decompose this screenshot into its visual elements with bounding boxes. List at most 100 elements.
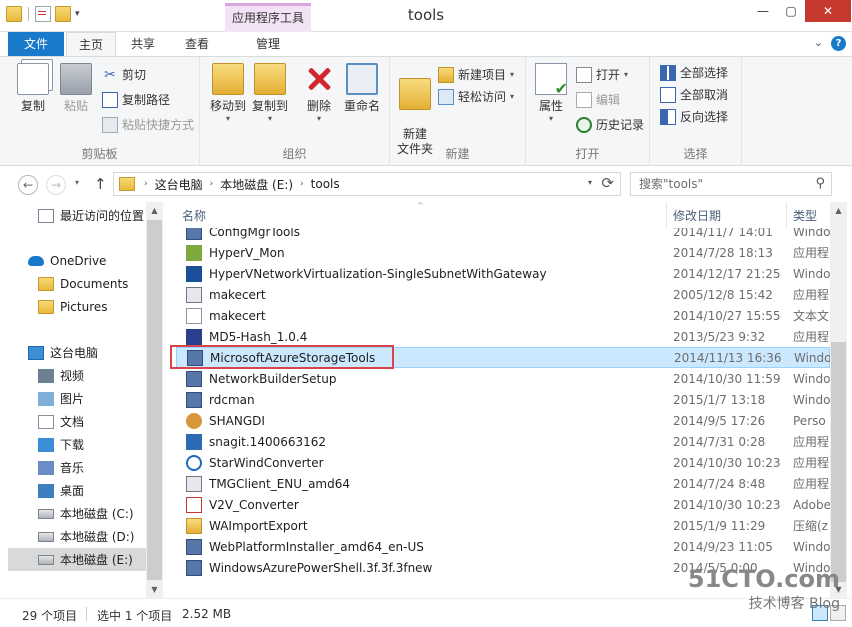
file-row[interactable]: WebPlatformInstaller_amd64_en-US 2014/9/… <box>180 536 830 557</box>
properties-icon[interactable] <box>35 6 51 22</box>
minimize-button[interactable]: — <box>749 0 777 22</box>
chevron-right-icon[interactable]: › <box>297 179 307 189</box>
breadcrumb-tools[interactable]: tools <box>307 177 344 191</box>
group-label-organize: 组织 <box>282 147 307 161</box>
nav-item-drive-e[interactable]: 本地磁盘 (E:) <box>8 548 146 571</box>
open-button[interactable]: 打开 ▾ <box>576 65 628 85</box>
tab-file[interactable]: 文件 <box>8 32 64 56</box>
paste-button[interactable]: 粘贴 <box>56 63 96 114</box>
scroll-thumb[interactable] <box>831 342 846 582</box>
tab-home[interactable]: 主页 <box>66 32 116 57</box>
select-all-button[interactable]: 全部选择 <box>660 63 728 83</box>
file-row[interactable]: MD5-Hash_1.0.4 2013/5/23 9:32 应用程 <box>180 326 830 347</box>
chevron-right-icon[interactable]: › <box>207 179 217 189</box>
nav-item-documents[interactable]: Documents <box>0 272 146 295</box>
nav-item-documents-lib[interactable]: 文档 <box>0 410 146 433</box>
file-row[interactable]: rdcman 2015/1/7 13:18 Windo <box>180 389 830 410</box>
folder-icon <box>119 177 135 191</box>
edit-button[interactable]: 编辑 <box>576 90 620 110</box>
nav-item-label: 最近访问的位置 <box>60 209 145 223</box>
copy-to-button[interactable]: 复制到 ▾ <box>250 63 290 123</box>
nav-scrollbar[interactable]: ▲ ▼ <box>146 202 163 598</box>
nav-item-videos[interactable]: 视频 <box>0 364 146 387</box>
nav-item-recent[interactable]: 最近访问的位置 <box>0 204 146 227</box>
scroll-up-icon[interactable]: ▲ <box>830 202 847 219</box>
nav-item-onedrive[interactable]: OneDrive <box>0 249 146 272</box>
nav-item-pictures-lib[interactable]: 图片 <box>0 387 146 410</box>
forward-button[interactable]: → <box>46 175 66 195</box>
file-row[interactable]: ConfigMgrTools 2014/11/7 14:01 Windo <box>180 228 830 242</box>
delete-button[interactable]: 删除 ▾ <box>300 63 338 123</box>
search-icon[interactable]: ⚲ <box>815 173 825 195</box>
back-button[interactable]: ← <box>18 175 38 195</box>
file-type: Windo <box>793 228 830 239</box>
properties-button[interactable]: 属性 ▾ <box>532 63 570 123</box>
close-button[interactable]: ✕ <box>805 0 851 22</box>
breadcrumb-drive-e[interactable]: 本地磁盘 (E:) <box>216 176 297 193</box>
chevron-right-icon[interactable]: › <box>141 179 151 189</box>
easy-access-button[interactable]: 轻松访问 ▾ <box>438 87 514 107</box>
up-arrow-icon[interactable]: ↑ <box>94 175 107 193</box>
paste-shortcut-button[interactable]: 粘贴快捷方式 <box>102 115 194 135</box>
column-divider[interactable] <box>666 202 667 228</box>
file-row[interactable]: makecert 2005/12/8 15:42 应用程 <box>180 284 830 305</box>
cut-button[interactable]: ✂ 剪切 <box>102 65 146 85</box>
rename-button[interactable]: 重命名 <box>340 63 384 114</box>
text-file-icon <box>186 307 202 324</box>
column-header-type[interactable]: 类型 <box>793 207 817 224</box>
customize-qat-icon[interactable]: ▾ <box>75 9 80 19</box>
column-headers: ^ 名称 修改日期 类型 <box>170 201 830 228</box>
recent-locations-icon[interactable]: ▾ <box>75 178 79 187</box>
scroll-down-icon[interactable]: ▼ <box>146 581 163 598</box>
chevron-down-icon[interactable]: ▾ <box>588 178 592 187</box>
maximize-button[interactable]: ▢ <box>777 0 805 22</box>
history-button[interactable]: 历史记录 <box>576 115 644 135</box>
nav-item-downloads[interactable]: 下载 <box>0 433 146 456</box>
column-header-name[interactable]: 名称 <box>182 207 206 224</box>
expand-ribbon-icon[interactable]: ⌄ <box>814 36 823 51</box>
file-row[interactable]: V2V_Converter 2014/10/30 10:23 Adobe <box>180 494 830 515</box>
help-icon[interactable]: ? <box>831 36 846 51</box>
column-header-date[interactable]: 修改日期 <box>673 207 721 224</box>
new-item-button[interactable]: 新建项目 ▾ <box>438 65 514 85</box>
context-tab-app-tools[interactable]: 应用程序工具 <box>225 3 311 32</box>
nav-item-pictures[interactable]: Pictures <box>0 295 146 318</box>
file-date: 2015/1/7 13:18 <box>673 392 766 407</box>
file-list-scrollbar[interactable]: ▲ ▼ <box>830 202 847 598</box>
tab-view[interactable]: 查看 <box>172 32 222 56</box>
file-row[interactable]: SHANGDI 2014/9/5 17:26 Perso <box>180 410 830 431</box>
file-row[interactable]: NetworkBuilderSetup 2014/10/30 11:59 Win… <box>180 368 830 389</box>
ribbon-tabs: 文件 主页 共享 查看 管理 ⌄ ? <box>0 32 852 57</box>
search-input[interactable]: 搜索"tools" ⚲ <box>630 172 832 196</box>
recent-icon <box>38 208 54 223</box>
delete-icon <box>303 63 335 95</box>
nav-item-desktop[interactable]: 桌面 <box>0 479 146 502</box>
copy-button[interactable]: 复制 <box>10 63 56 114</box>
nav-item-this-pc[interactable]: 这台电脑 <box>0 341 146 364</box>
column-divider[interactable] <box>786 202 787 228</box>
file-name: WebPlatformInstaller_amd64_en-US <box>209 539 424 554</box>
tab-manage[interactable]: 管理 <box>228 32 308 56</box>
file-row[interactable]: TMGClient_ENU_amd64 2014/7/24 8:48 应用程 <box>180 473 830 494</box>
file-row[interactable]: snagit.1400663162 2014/7/31 0:28 应用程 <box>180 431 830 452</box>
select-none-button[interactable]: 全部取消 <box>660 85 728 105</box>
breadcrumb-this-pc[interactable]: 这台电脑 <box>151 176 207 193</box>
nav-item-music[interactable]: 音乐 <box>0 456 146 479</box>
refresh-icon[interactable]: ⟳ <box>601 174 614 192</box>
copy-path-button[interactable]: 复制路径 <box>102 90 170 110</box>
scroll-up-icon[interactable]: ▲ <box>146 202 163 219</box>
scroll-thumb[interactable] <box>147 220 162 580</box>
address-bar[interactable]: › 这台电脑 › 本地磁盘 (E:) › tools ▾ ⟳ <box>113 172 621 196</box>
file-row[interactable]: HyperV_Mon 2014/7/28 18:13 应用程 <box>180 242 830 263</box>
file-row[interactable]: WAImportExport 2015/1/9 11:29 压缩(z <box>180 515 830 536</box>
nav-item-drive-d[interactable]: 本地磁盘 (D:) <box>0 525 146 548</box>
move-to-label: 移动到 <box>209 99 246 113</box>
tab-share[interactable]: 共享 <box>118 32 168 56</box>
file-row[interactable]: HyperVNetworkVirtualization-SingleSubnet… <box>180 263 830 284</box>
file-row[interactable]: makecert 2014/10/27 15:55 文本文 <box>180 305 830 326</box>
invert-selection-button[interactable]: 反向选择 <box>660 107 728 127</box>
new-folder-icon[interactable] <box>55 6 71 22</box>
move-to-button[interactable]: 移动到 ▾ <box>206 63 250 123</box>
file-row[interactable]: StarWindConverter 2014/10/30 10:23 应用程 <box>180 452 830 473</box>
nav-item-drive-c[interactable]: 本地磁盘 (C:) <box>0 502 146 525</box>
